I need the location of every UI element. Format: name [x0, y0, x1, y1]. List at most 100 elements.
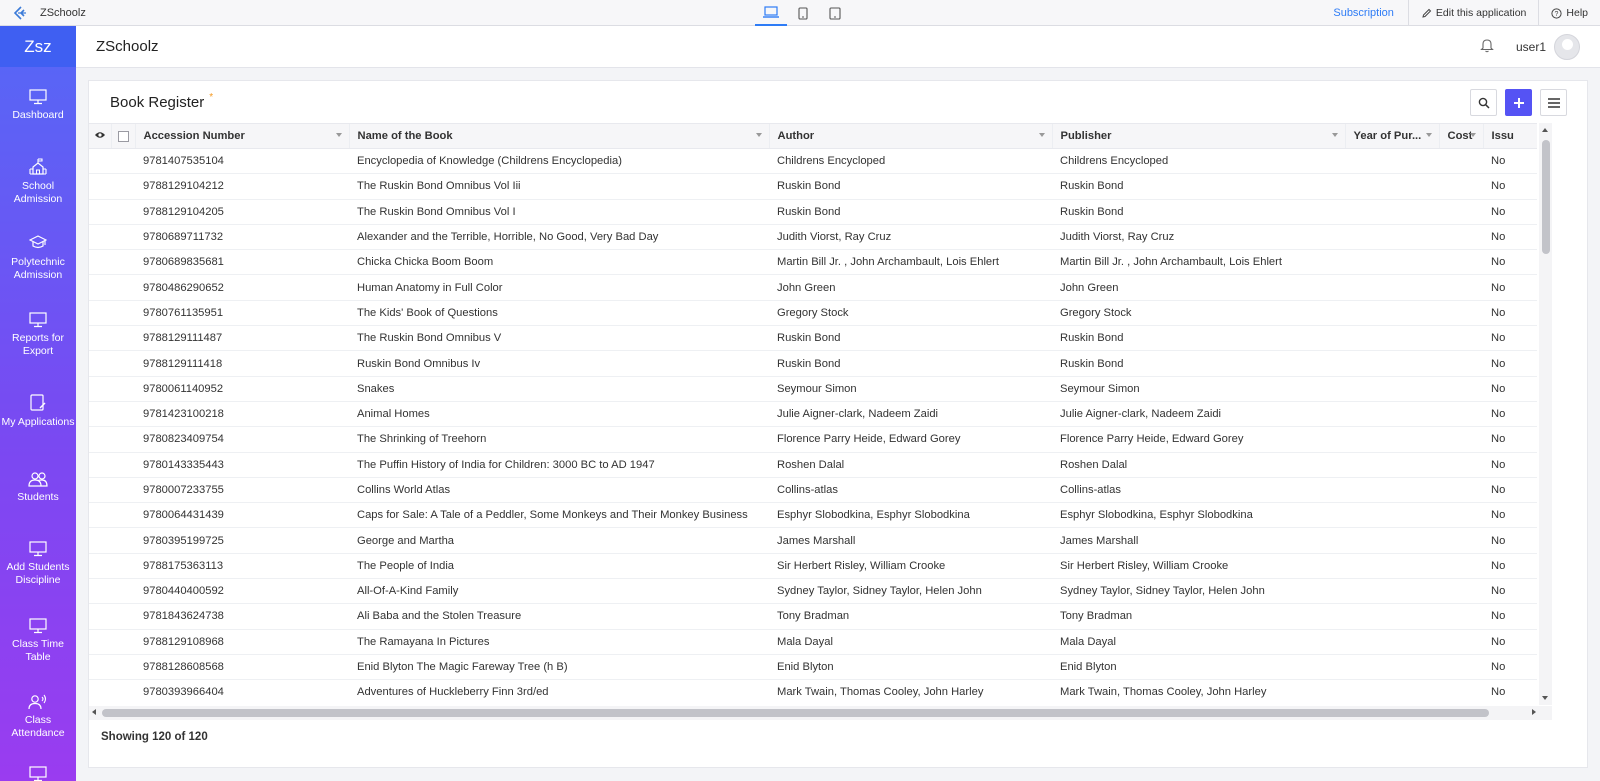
table-cell: Sydney Taylor, Sidney Taylor, Helen John	[1052, 578, 1345, 605]
table-cell	[1345, 629, 1439, 655]
sidebar-item-reports-for-export[interactable]: Reports for Export	[0, 297, 76, 374]
sidebar-item-add-students-discipline[interactable]: Add Students Discipline	[0, 526, 76, 603]
tablet-view-icon[interactable]	[819, 0, 851, 26]
sidebar-brand[interactable]: Zsz	[0, 26, 76, 67]
row-select-cell[interactable]	[111, 502, 135, 529]
column-header[interactable]: Accession Number	[134, 123, 349, 149]
table-row[interactable]: 9781423100218 Animal Homes Julie Aigner-cl…	[89, 401, 1537, 428]
sidebar-item-students[interactable]: Students	[0, 450, 76, 527]
row-select-cell[interactable]	[111, 173, 135, 200]
column-header[interactable]: Issu	[1482, 123, 1537, 149]
row-select-cell[interactable]	[111, 376, 135, 402]
horizontal-scroll-thumb[interactable]	[102, 709, 1489, 717]
help-link[interactable]: ? Help	[1538, 0, 1600, 26]
table-row[interactable]: 9780440400592 All-Of-A-Kind Family Sydney …	[89, 578, 1537, 605]
table-row[interactable]: 9788129104212 The Ruskin Bond Omnibus Vol…	[89, 173, 1537, 200]
table-row[interactable]: 9780007233755 Collins World Atlas Collins-…	[89, 477, 1537, 504]
search-icon	[1478, 97, 1490, 109]
sidebar-item-dashboard[interactable]: Dashboard	[0, 67, 76, 144]
bell-icon[interactable]	[1480, 37, 1494, 58]
row-select-cell[interactable]	[111, 578, 135, 605]
table-cell: Ruskin Bond	[769, 199, 1052, 225]
table-cell: No	[1483, 148, 1537, 175]
column-header[interactable]: Publisher	[1051, 123, 1345, 149]
select-all-checkbox[interactable]	[110, 123, 135, 149]
edit-application-link[interactable]: Edit this application	[1409, 0, 1538, 26]
row-select-cell[interactable]	[111, 350, 135, 377]
column-visibility-toggle[interactable]	[89, 123, 111, 149]
search-button[interactable]	[1470, 89, 1497, 116]
table-row[interactable]: 9788128608568 Enid Blyton The Magic Farew…	[89, 654, 1537, 681]
user-name[interactable]: user1	[1516, 40, 1546, 54]
table-row[interactable]: 9781407535104 Encyclopedia of Knowledge (…	[89, 148, 1537, 175]
sidebar-item-class-attendance[interactable]: Class Attendance	[0, 679, 76, 756]
table-row[interactable]: 9780689835681 Chicka Chicka Boom Boom Mart…	[89, 249, 1537, 276]
column-header[interactable]: Name of the Book	[348, 123, 769, 149]
table-cell	[1439, 224, 1483, 251]
row-select-cell[interactable]	[111, 477, 135, 504]
table-row[interactable]: 9788129108968 The Ramayana In Pictures Mal…	[89, 629, 1537, 655]
table-cell: No	[1483, 654, 1537, 681]
sidebar-item-school-admission[interactable]: School Admission	[0, 144, 76, 221]
table-cell: The Shrinking of Treehorn	[349, 426, 769, 453]
row-select-cell[interactable]	[111, 300, 135, 327]
row-select-cell[interactable]	[111, 629, 135, 655]
table-row[interactable]: 9788129111418 Ruskin Bond Omnibus Iv Ruski…	[89, 350, 1537, 377]
table-cell: No	[1483, 452, 1537, 478]
table-row[interactable]: 9780761135951 The Kids' Book of Questions…	[89, 300, 1537, 327]
row-select-cell[interactable]	[111, 224, 135, 251]
menu-button[interactable]	[1540, 89, 1567, 116]
table-row[interactable]: 9780823409754 The Shrinking of Treehorn Fl…	[89, 426, 1537, 453]
sidebar-item-polytechnic-admission[interactable]: Polytechnic Admission	[0, 220, 76, 297]
table-cell	[1345, 679, 1439, 705]
mobile-view-icon[interactable]	[787, 0, 819, 26]
row-select-cell[interactable]	[111, 199, 135, 225]
app-home-icon[interactable]	[0, 0, 40, 26]
vertical-scroll-thumb[interactable]	[1542, 140, 1550, 254]
table-row[interactable]: 9788175363113 The People of India Sir Herb…	[89, 553, 1537, 580]
row-select-cell[interactable]	[111, 249, 135, 276]
avatar[interactable]	[1554, 34, 1580, 60]
row-select-cell[interactable]	[111, 325, 135, 352]
row-select-cell[interactable]	[111, 679, 135, 705]
sidebar-item-class-time-table[interactable]: Class Time Table	[0, 603, 76, 680]
column-header[interactable]: Year of Pur...	[1344, 123, 1439, 149]
hamburger-icon	[1547, 97, 1560, 108]
table-cell: 9788129111487	[135, 325, 349, 352]
row-select-cell[interactable]	[111, 274, 135, 301]
column-header[interactable]: Author	[768, 123, 1052, 149]
column-header[interactable]: Cost	[1438, 123, 1483, 149]
row-select-cell[interactable]	[111, 148, 135, 175]
table-cell: John Green	[769, 274, 1052, 301]
horizontal-scrollbar[interactable]	[89, 706, 1552, 720]
table-row[interactable]: 9781843624738 Ali Baba and the Stolen Tre…	[89, 603, 1537, 630]
row-select-cell[interactable]	[111, 527, 135, 554]
row-select-cell[interactable]	[111, 654, 135, 681]
table-row[interactable]: 9788129104205 The Ruskin Bond Omnibus Vol…	[89, 199, 1537, 225]
table-row[interactable]: 9780143335443 The Puffin History of India…	[89, 452, 1537, 478]
row-select-cell[interactable]	[111, 452, 135, 478]
row-select-cell[interactable]	[111, 603, 135, 630]
table-row[interactable]: 9780393966404 Adventures of Huckleberry F…	[89, 679, 1537, 705]
desktop-view-icon[interactable]	[755, 0, 787, 26]
vertical-scrollbar[interactable]	[1539, 123, 1552, 705]
table-cell: Mark Twain, Thomas Cooley, John Harley	[1052, 679, 1345, 705]
table-cell	[1345, 173, 1439, 200]
add-record-button[interactable]	[1505, 89, 1532, 116]
table-cell	[1439, 502, 1483, 529]
table-row[interactable]: 9780689711732 Alexander and the Terrible,…	[89, 224, 1537, 251]
table-row[interactable]: 9780064431439 Caps for Sale: A Tale of a …	[89, 502, 1537, 529]
table-cell: Ali Baba and the Stolen Treasure	[349, 603, 769, 630]
table-cell: Childrens Encycloped	[769, 148, 1052, 175]
sidebar-item-more[interactable]	[0, 756, 76, 781]
table-cell: No	[1483, 502, 1537, 529]
sidebar-item-my-applications[interactable]: My Applications	[0, 373, 76, 450]
row-select-cell[interactable]	[111, 426, 135, 453]
table-row[interactable]: 9780395199725 George and Martha James Mars…	[89, 527, 1537, 554]
table-row[interactable]: 9780061140952 Snakes Seymour Simon Seymour …	[89, 376, 1537, 402]
table-row[interactable]: 9780486290652 Human Anatomy in Full Color…	[89, 274, 1537, 301]
table-row[interactable]: 9788129111487 The Ruskin Bond Omnibus V Ru…	[89, 325, 1537, 352]
row-select-cell[interactable]	[111, 401, 135, 428]
row-select-cell[interactable]	[111, 553, 135, 580]
subscription-link[interactable]: Subscription	[1319, 0, 1409, 26]
